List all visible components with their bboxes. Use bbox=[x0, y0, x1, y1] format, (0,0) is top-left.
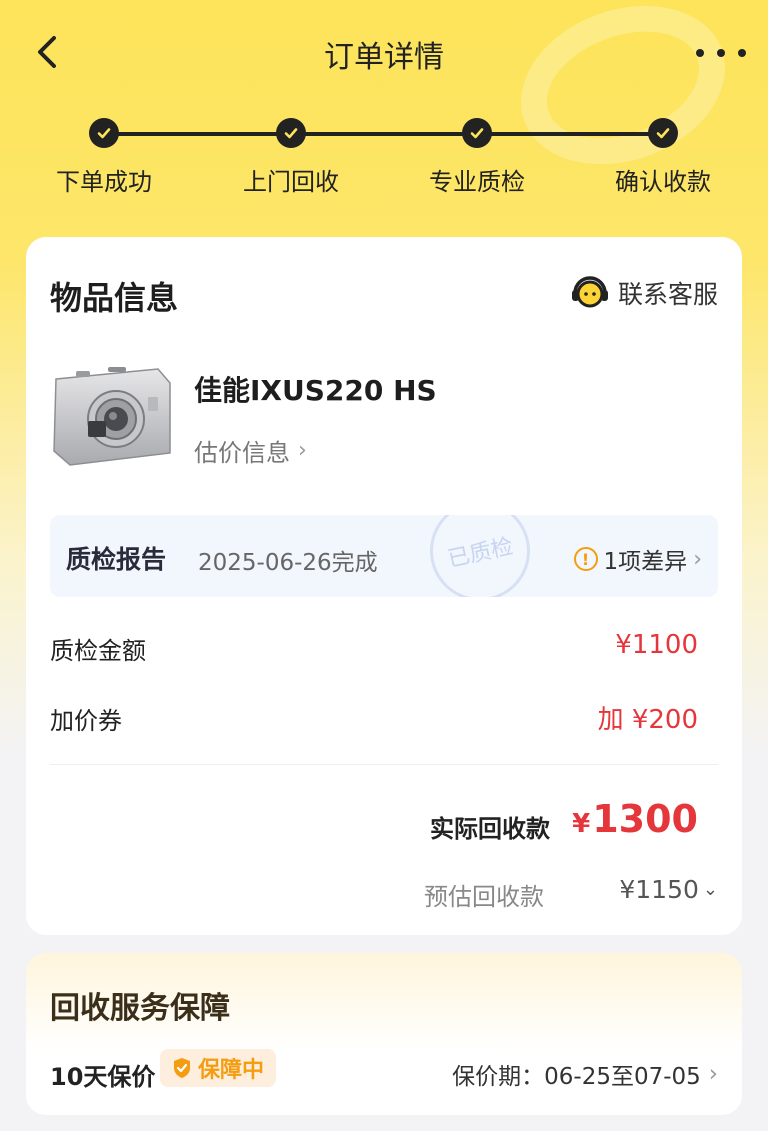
check-icon bbox=[89, 118, 119, 148]
estimate-info-link[interactable]: 估价信息 › bbox=[194, 433, 307, 468]
coupon-value: 加 ¥200 bbox=[597, 705, 698, 735]
more-dot-icon bbox=[717, 49, 725, 57]
product-name: 佳能IXUS220 HS bbox=[194, 374, 437, 407]
protection-period-link[interactable]: 保价期：06-25至07-05 › bbox=[452, 1057, 718, 1091]
check-icon bbox=[648, 118, 678, 148]
qc-report-row[interactable]: 已质检 质检报告 2025-06-26完成 ! 1项差异 › bbox=[50, 515, 718, 597]
price-protection-label: 10天保价 bbox=[50, 1063, 156, 1091]
item-info-title: 物品信息 bbox=[50, 279, 179, 317]
actual-payout-amount: 1300 bbox=[592, 797, 698, 841]
check-icon bbox=[462, 118, 492, 148]
check-icon bbox=[276, 118, 306, 148]
customer-service-icon bbox=[571, 276, 608, 308]
qc-amount-value: ¥1100 bbox=[615, 630, 698, 660]
step-payment: 确认收款 bbox=[583, 118, 743, 197]
chevron-right-icon: › bbox=[298, 438, 307, 463]
progress-line bbox=[105, 132, 663, 136]
contact-service-button[interactable]: 联系客服 bbox=[570, 275, 718, 311]
step-label: 下单成功 bbox=[56, 168, 152, 196]
more-dot-icon bbox=[738, 49, 746, 57]
more-menu-button[interactable] bbox=[696, 36, 746, 70]
actual-payout-value: ¥ 1300 bbox=[572, 797, 698, 841]
step-order-placed: 下单成功 bbox=[24, 118, 184, 197]
qc-difference-label: 1项差异 bbox=[603, 549, 688, 575]
estimated-payout-toggle[interactable]: ¥1150 ⌄ bbox=[619, 875, 718, 904]
divider bbox=[50, 764, 718, 765]
item-info-card: 物品信息 联系客服 佳能IXUS220 HS 估价信息 › 已质检 质检报告 2… bbox=[26, 237, 742, 935]
chevron-right-icon: › bbox=[693, 546, 702, 572]
step-label: 专业质检 bbox=[429, 168, 525, 196]
currency-symbol: ¥ bbox=[572, 809, 591, 839]
coupon-label: 加价券 bbox=[50, 707, 122, 735]
qc-report-date: 2025-06-26完成 bbox=[198, 550, 378, 576]
status-badge: 保障中 bbox=[160, 1049, 277, 1087]
chevron-right-icon: › bbox=[708, 1061, 718, 1087]
shield-check-icon bbox=[174, 1058, 190, 1078]
guarantee-title: 回收服务保障 bbox=[50, 991, 230, 1026]
status-badge-label: 保障中 bbox=[198, 1058, 265, 1083]
camera-product-image bbox=[53, 367, 171, 466]
step-label: 上门回收 bbox=[243, 168, 339, 196]
estimate-info-label: 估价信息 bbox=[194, 439, 290, 467]
page-title: 订单详情 bbox=[324, 40, 444, 75]
qc-amount-label: 质检金额 bbox=[50, 637, 146, 665]
warning-icon: ! bbox=[573, 547, 598, 571]
step-pickup: 上门回收 bbox=[211, 118, 371, 197]
header: 订单详情 bbox=[0, 0, 768, 104]
service-guarantee-card: 回收服务保障 10天保价 保障中 保价期：06-25至07-05 › bbox=[26, 953, 742, 1115]
estimated-payout-value: ¥1150 bbox=[619, 875, 699, 904]
order-progress: 下单成功 上门回收 专业质检 确认收款 bbox=[0, 118, 768, 198]
contact-service-label: 联系客服 bbox=[617, 280, 718, 309]
estimated-payout-label: 预估回收款 bbox=[424, 883, 544, 911]
inspected-stamp: 已质检 bbox=[420, 515, 540, 597]
step-inspection: 专业质检 bbox=[397, 118, 557, 197]
actual-payout-label: 实际回收款 bbox=[430, 815, 550, 843]
step-label: 确认收款 bbox=[615, 168, 711, 196]
chevron-down-icon: ⌄ bbox=[702, 879, 718, 900]
protection-period-label: 保价期：06-25至07-05 bbox=[452, 1064, 701, 1090]
qc-difference[interactable]: ! 1项差异 › bbox=[573, 542, 702, 576]
qc-report-title: 质检报告 bbox=[66, 545, 167, 574]
more-dot-icon bbox=[696, 49, 704, 57]
